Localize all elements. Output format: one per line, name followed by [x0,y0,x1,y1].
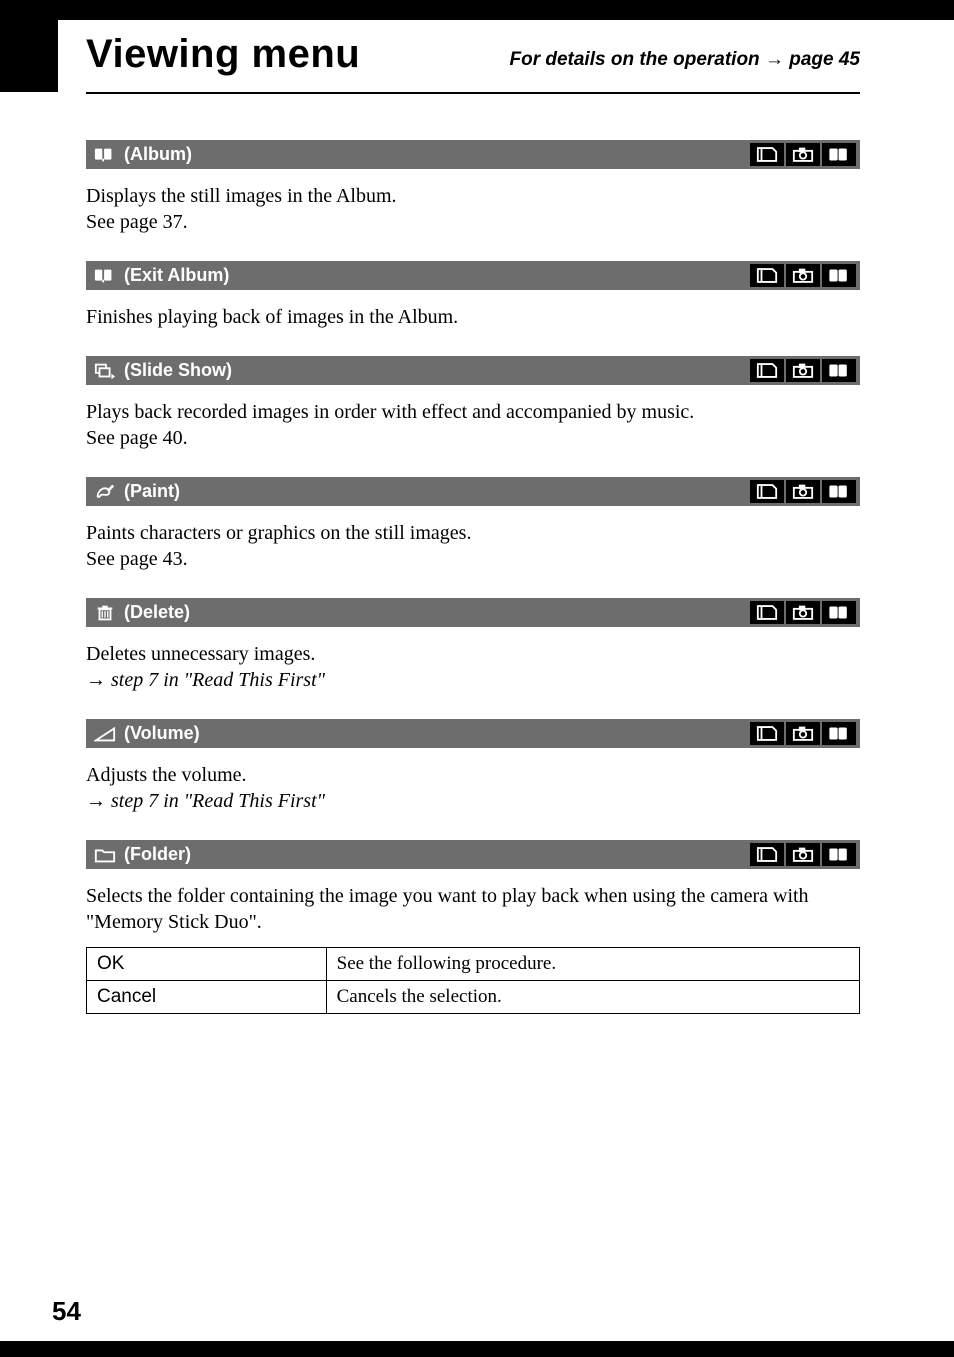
body-text: Deletes unnecessary images. [86,641,860,667]
table-cell-right: Cancels the selection. [326,981,859,1014]
folder-icon [94,846,116,864]
section-label: (Paint) [124,481,180,502]
body-text: Paints characters or graphics on the sti… [86,520,860,546]
section-label: (Exit Album) [124,265,229,286]
mode-book-icon [822,722,856,745]
mode-memory-icon [750,722,784,745]
mode-memory-icon [750,601,784,624]
section-header-slide-show: (Slide Show) [86,356,860,385]
section-body-exit-album: Finishes playing back of images in the A… [86,304,860,330]
mode-memory-icon [750,480,784,503]
mode-book-icon [822,601,856,624]
table-cell-left: OK [87,948,327,981]
decoration-bottom-bar [0,1341,954,1357]
section-header-left: (Exit Album) [94,265,229,286]
section-header-left: (Album) [94,144,192,165]
mode-memory-icon [750,359,784,382]
arrow-icon: → [86,790,106,812]
paint-icon [94,483,116,501]
section-label: (Slide Show) [124,360,232,381]
mode-camera-icon [786,601,820,624]
table-cell-right: See the following procedure. [326,948,859,981]
page: Viewing menu For details on the operatio… [0,0,954,1357]
section-label: (Album) [124,144,192,165]
page-title: Viewing menu [86,32,360,77]
xref-line: → step 7 in "Read This First" [86,667,860,693]
section-body-volume: Adjusts the volume. → step 7 in "Read Th… [86,762,860,814]
mode-camera-icon [786,143,820,166]
body-text: Plays back recorded images in order with… [86,399,860,425]
mode-camera-icon [786,480,820,503]
mode-book-icon [822,480,856,503]
mode-icons [750,843,856,866]
mode-book-icon [822,264,856,287]
mode-memory-icon [750,264,784,287]
mode-icons [750,359,856,382]
section-body-paint: Paints characters or graphics on the sti… [86,520,860,572]
content: (Album) Displays the still images in the… [86,140,860,1014]
mode-icons [750,264,856,287]
xref-text: step 7 in "Read This First" [111,669,325,691]
section-header-volume: (Volume) [86,719,860,748]
table-cell-left: Cancel [87,981,327,1014]
body-text: Adjusts the volume. [86,762,860,788]
mode-book-icon [822,359,856,382]
mode-icons [750,480,856,503]
table-row: OK See the following procedure. [87,948,860,981]
section-body-delete: Deletes unnecessary images. → step 7 in … [86,641,860,693]
body-text: Displays the still images in the Album. [86,183,860,209]
section-header-paint: (Paint) [86,477,860,506]
section-header-left: (Paint) [94,481,180,502]
section-label: (Folder) [124,844,191,865]
section-label: (Delete) [124,602,190,623]
section-header-left: (Slide Show) [94,360,232,381]
mode-camera-icon [786,264,820,287]
xref-text: step 7 in "Read This First" [111,790,325,812]
section-body-album: Displays the still images in the Album. … [86,183,860,235]
mode-camera-icon [786,722,820,745]
section-label: (Volume) [124,723,200,744]
decoration-side-tab [0,20,58,92]
table-row: Cancel Cancels the selection. [87,981,860,1014]
section-header-delete: (Delete) [86,598,860,627]
subtitle-suffix: page 45 [784,49,860,70]
section-header-exit-album: (Exit Album) [86,261,860,290]
section-body-folder: Selects the folder containing the image … [86,883,860,935]
slideshow-icon [94,362,116,380]
album-icon [94,267,116,285]
section-header-left: (Delete) [94,602,190,623]
mode-memory-icon [750,143,784,166]
delete-icon [94,604,116,622]
section-header-folder: (Folder) [86,840,860,869]
arrow-icon: → [86,669,106,691]
body-text: Finishes playing back of images in the A… [86,304,860,330]
volume-icon [94,725,116,743]
xref-line: → step 7 in "Read This First" [86,788,860,814]
album-icon [94,146,116,164]
body-text: Selects the folder containing the image … [86,883,860,935]
mode-icons [750,722,856,745]
mode-camera-icon [786,359,820,382]
mode-camera-icon [786,843,820,866]
section-header-left: (Folder) [94,844,191,865]
mode-book-icon [822,143,856,166]
page-number: 54 [52,1296,81,1327]
body-text: See page 40. [86,425,860,451]
section-header-album: (Album) [86,140,860,169]
decoration-top-bar [0,0,954,20]
section-body-slide-show: Plays back recorded images in order with… [86,399,860,451]
mode-icons [750,143,856,166]
section-header-left: (Volume) [94,723,200,744]
body-text: See page 43. [86,546,860,572]
folder-table: OK See the following procedure. Cancel C… [86,947,860,1014]
header: Viewing menu For details on the operatio… [86,32,860,77]
header-rule [86,92,860,94]
subtitle-prefix: For details on the operation [509,49,764,70]
body-text: See page 37. [86,209,860,235]
mode-book-icon [822,843,856,866]
page-subtitle: For details on the operation → page 45 [509,49,860,77]
subtitle-arrow-icon: → [765,49,784,70]
mode-icons [750,601,856,624]
mode-memory-icon [750,843,784,866]
